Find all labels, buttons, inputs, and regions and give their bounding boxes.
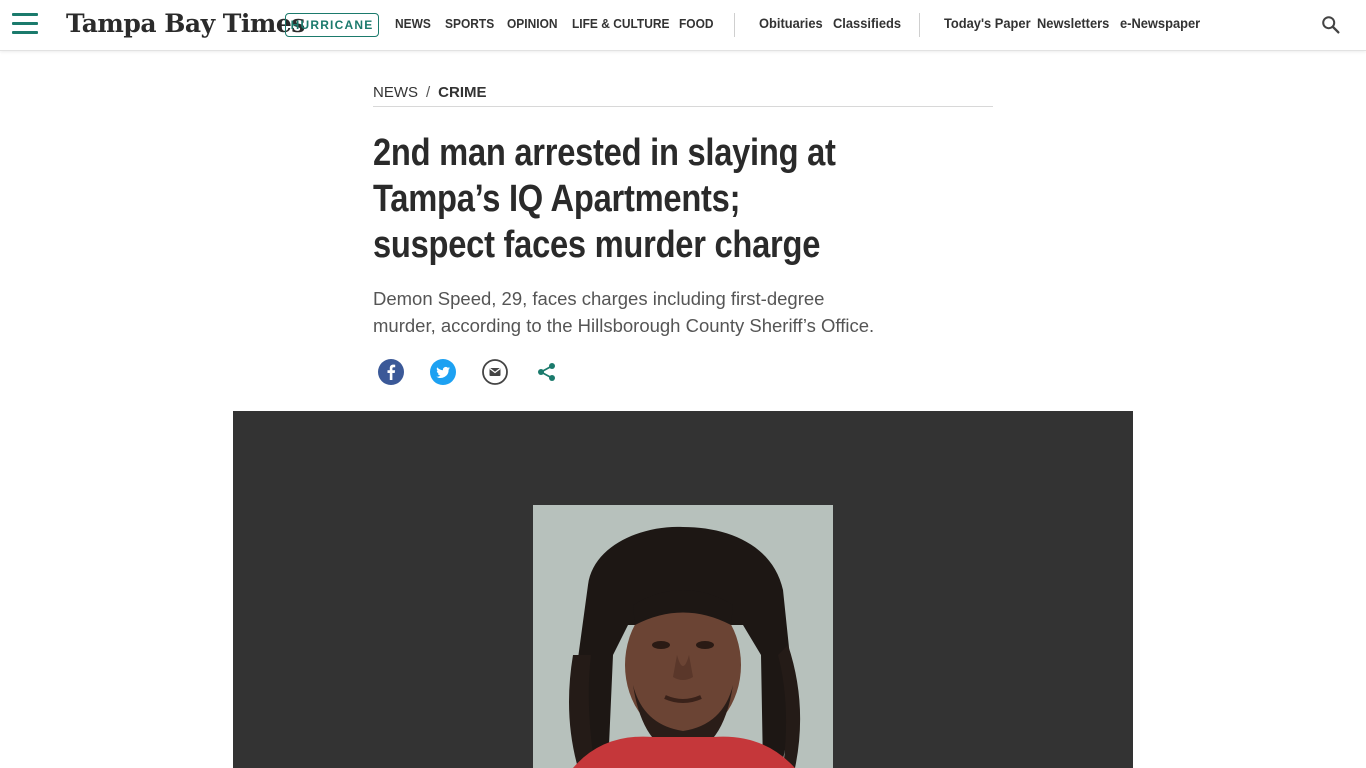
mugshot-image bbox=[533, 505, 833, 768]
site-logo[interactable]: Tampa Bay Times bbox=[66, 9, 305, 38]
nav-food[interactable]: FOOD bbox=[679, 16, 714, 31]
article-headline: 2nd man arrested in slaying at Tampa’s I… bbox=[373, 130, 889, 268]
nav-e-newspaper[interactable]: e-Newspaper bbox=[1120, 15, 1200, 31]
nav-obituaries[interactable]: Obituaries bbox=[759, 15, 823, 31]
breadcrumb-separator: / bbox=[426, 84, 431, 101]
nav-newsletters[interactable]: Newsletters bbox=[1037, 15, 1109, 31]
breadcrumb-news[interactable]: NEWS bbox=[373, 84, 418, 101]
nav-opinion[interactable]: OPINION bbox=[507, 16, 558, 31]
article-dek: Demon Speed, 29, faces charges including… bbox=[373, 285, 913, 339]
top-navigation: Tampa Bay Times HURRICANE NEWS SPORTS OP… bbox=[0, 0, 1366, 51]
twitter-icon[interactable] bbox=[429, 358, 457, 386]
breadcrumb: NEWS / CRIME bbox=[373, 84, 993, 107]
nav-news[interactable]: NEWS bbox=[395, 16, 431, 31]
facebook-icon[interactable] bbox=[377, 358, 405, 386]
nav-sports[interactable]: SPORTS bbox=[445, 16, 494, 31]
dek-line: murder, according to the Hillsborough Co… bbox=[373, 315, 875, 336]
breadcrumb-crime[interactable]: CRIME bbox=[438, 84, 486, 101]
headline-line: suspect faces murder charge bbox=[373, 224, 821, 266]
dek-line: Demon Speed, 29, faces charges including… bbox=[373, 288, 825, 309]
hamburger-icon[interactable] bbox=[12, 13, 38, 35]
headline-line: Tampa’s IQ Apartments; bbox=[373, 178, 741, 220]
share-icon[interactable] bbox=[533, 358, 561, 386]
nav-divider bbox=[919, 13, 920, 37]
nav-todays-paper[interactable]: Today's Paper bbox=[944, 15, 1031, 31]
search-icon[interactable] bbox=[1320, 14, 1342, 36]
headline-line: 2nd man arrested in slaying at bbox=[373, 132, 836, 174]
nav-classifieds[interactable]: Classifieds bbox=[833, 15, 901, 31]
nav-hurricane-pill[interactable]: HURRICANE bbox=[285, 13, 379, 37]
nav-divider bbox=[734, 13, 735, 37]
suspect-mugshot bbox=[533, 505, 833, 768]
email-icon[interactable] bbox=[481, 358, 509, 386]
nav-life-culture[interactable]: LIFE & CULTURE bbox=[572, 16, 669, 31]
lead-photo-frame bbox=[233, 411, 1133, 768]
